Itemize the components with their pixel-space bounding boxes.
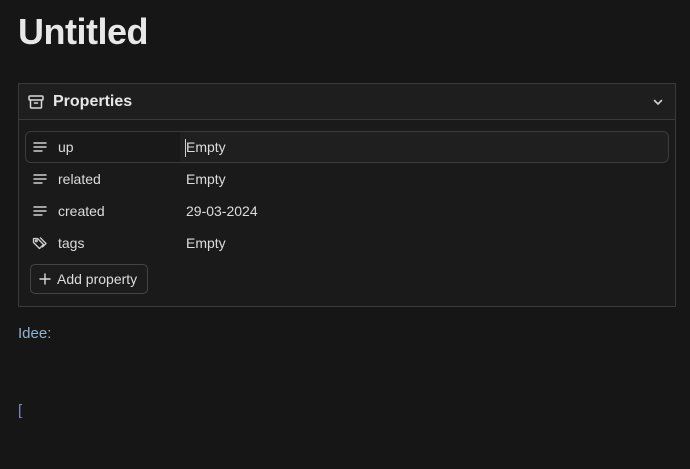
tags-icon bbox=[32, 235, 48, 251]
text-lines-icon bbox=[32, 139, 48, 155]
archive-icon bbox=[27, 93, 45, 111]
note-bracket-line[interactable]: [ bbox=[18, 402, 22, 419]
property-key-label: created bbox=[58, 203, 105, 219]
note-page: Untitled Properties up Empty related Emp… bbox=[0, 0, 690, 469]
property-row-tags: tags Empty bbox=[25, 227, 669, 259]
text-lines-icon bbox=[32, 203, 48, 219]
text-caret bbox=[185, 139, 186, 157]
note-title[interactable]: Untitled bbox=[18, 8, 148, 56]
property-value-text: Empty bbox=[186, 235, 226, 251]
property-value-tags[interactable]: Empty bbox=[180, 228, 668, 258]
property-key-label: tags bbox=[58, 235, 85, 251]
property-row-related: related Empty bbox=[25, 163, 669, 195]
property-value-created[interactable]: 29-03-2024 bbox=[180, 196, 668, 226]
property-list: up Empty related Empty created 29-03-202… bbox=[25, 131, 669, 259]
property-key-related[interactable]: related bbox=[26, 164, 180, 194]
property-key-up[interactable]: up bbox=[26, 132, 180, 162]
property-value-text: Empty bbox=[186, 139, 226, 155]
text-lines-icon bbox=[32, 171, 48, 187]
property-row-up: up Empty bbox=[25, 131, 669, 163]
properties-header[interactable]: Properties bbox=[19, 84, 675, 120]
plus-icon bbox=[39, 273, 51, 285]
chevron-down-icon[interactable] bbox=[651, 95, 665, 109]
property-key-created[interactable]: created bbox=[26, 196, 180, 226]
properties-panel: Properties up Empty related Empty create… bbox=[18, 83, 676, 307]
property-value-related[interactable]: Empty bbox=[180, 164, 668, 194]
property-row-created: created 29-03-2024 bbox=[25, 195, 669, 227]
add-property-label: Add property bbox=[57, 271, 138, 287]
property-value-up[interactable]: Empty bbox=[180, 132, 668, 162]
properties-title: Properties bbox=[53, 92, 133, 110]
property-key-label: up bbox=[58, 139, 74, 155]
property-key-label: related bbox=[58, 171, 101, 187]
property-value-text: 29-03-2024 bbox=[186, 203, 258, 219]
property-key-tags[interactable]: tags bbox=[26, 228, 180, 258]
add-property-button[interactable]: Add property bbox=[30, 264, 149, 294]
note-text-line[interactable]: Idee: bbox=[18, 325, 51, 342]
property-value-text: Empty bbox=[186, 171, 226, 187]
